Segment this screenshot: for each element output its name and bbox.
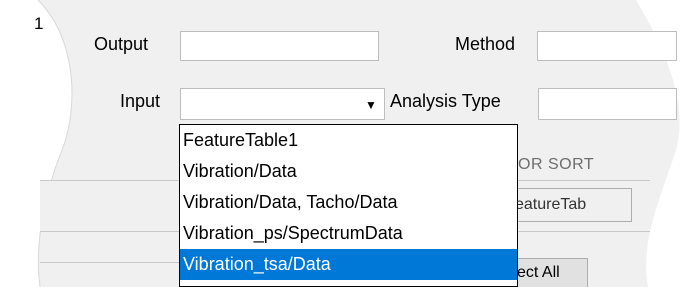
dropdown-option[interactable]: Vibration_ps/SpectrumData bbox=[180, 218, 517, 249]
dropdown-option[interactable]: Vibration/Data bbox=[180, 156, 517, 187]
dropdown-option-selected[interactable]: Vibration_tsa/Data bbox=[180, 249, 517, 280]
input-combobox[interactable]: ▼ bbox=[180, 88, 385, 120]
method-field[interactable] bbox=[537, 31, 677, 61]
tab-feature-table[interactable]: eatureTab bbox=[512, 188, 632, 222]
analysis-panel: 1 Output Method Input ▼ Analysis Type OR… bbox=[0, 0, 682, 287]
dropdown-option[interactable]: Vibration/Data, Tacho/Data bbox=[180, 187, 517, 218]
output-label: Output bbox=[94, 34, 149, 54]
input-label: Input bbox=[120, 91, 161, 111]
analysis-type-field[interactable] bbox=[538, 88, 677, 120]
chevron-down-icon[interactable]: ▼ bbox=[365, 98, 377, 112]
analysis-type-label: Analysis Type bbox=[390, 91, 501, 111]
dropdown-option[interactable]: FeatureTable1 bbox=[180, 125, 517, 156]
input-dropdown-list: FeatureTable1 Vibration/Data Vibration/D… bbox=[179, 124, 518, 287]
method-label: Method bbox=[455, 34, 516, 54]
tab-number: 1 bbox=[34, 14, 44, 33]
section-header: OR SORT bbox=[518, 156, 595, 173]
output-field[interactable] bbox=[180, 31, 379, 61]
